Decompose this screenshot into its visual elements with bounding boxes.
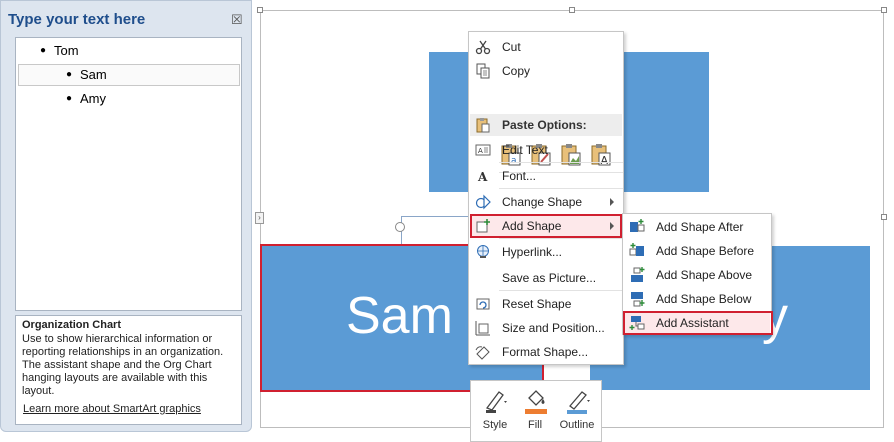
copy-icon xyxy=(476,63,490,79)
connector-line xyxy=(401,216,472,247)
font-icon: A xyxy=(477,170,488,184)
menu-item-label: Format Shape... xyxy=(502,345,589,359)
bullet-icon: ● xyxy=(40,45,47,56)
menu-item-label: Cut xyxy=(502,40,521,54)
mini-toolbar: Style Fill Outline xyxy=(470,380,602,442)
outline-button[interactable]: Outline xyxy=(557,386,597,438)
add-assistant-highlight-outline xyxy=(623,311,773,335)
edit-text-icon: A xyxy=(475,144,491,156)
list-item-text[interactable]: Amy xyxy=(80,89,106,109)
svg-text:A: A xyxy=(477,170,488,184)
submenu-item-add-shape-before[interactable]: Add Shape Before xyxy=(624,239,770,263)
submenu-item-add-shape-above[interactable]: Add Shape Above xyxy=(624,263,770,287)
menu-item-label: Size and Position... xyxy=(502,321,605,335)
menu-item-reset-shape[interactable]: Reset Shape xyxy=(470,292,622,316)
fill-bucket-icon xyxy=(525,390,547,414)
add-shape-submenu: Add Shape After Add Shape Before Add Sha… xyxy=(622,213,773,335)
menu-item-label: Add Shape Above xyxy=(656,268,753,282)
text-pane-toggle-icon[interactable]: › xyxy=(255,212,264,224)
submenu-arrow-icon xyxy=(610,198,614,206)
outline-label: Outline xyxy=(559,419,595,431)
menu-item-cut[interactable]: Cut xyxy=(470,35,622,59)
style-label: Style xyxy=(482,419,508,431)
close-icon[interactable]: ☒ xyxy=(231,12,243,28)
svg-text:A: A xyxy=(478,147,483,155)
fill-label: Fill xyxy=(527,419,543,431)
menu-item-label: Change Shape xyxy=(502,195,583,209)
style-icon xyxy=(485,391,507,413)
context-menu: Cut Copy Paste Options: a A A Edit Text … xyxy=(468,31,624,365)
menu-separator xyxy=(499,162,623,163)
clipboard-icon xyxy=(476,118,490,133)
menu-item-label: Font... xyxy=(502,169,537,183)
add-shape-before-icon xyxy=(629,243,644,256)
menu-item-size-and-position[interactable]: Size and Position... xyxy=(470,316,622,340)
add-shape-after-icon xyxy=(630,219,645,232)
menu-item-label: Hyperlink... xyxy=(502,245,563,259)
menu-item-hyperlink[interactable]: Hyperlink... xyxy=(470,240,622,264)
menu-separator xyxy=(499,238,623,239)
menu-item-edit-text[interactable]: A Edit Text xyxy=(470,138,622,162)
menu-item-label: Edit Text xyxy=(502,143,548,157)
reset-shape-icon xyxy=(476,298,490,310)
menu-item-change-shape[interactable]: Change Shape xyxy=(470,190,622,214)
text-pane-list[interactable]: ● Tom ● Sam ● Amy xyxy=(15,37,242,311)
change-shape-icon xyxy=(475,194,491,210)
menu-item-label: Add Shape Before xyxy=(656,244,755,258)
add-shape-below-icon xyxy=(631,292,645,307)
text-pane-title: Type your text here xyxy=(8,11,146,28)
submenu-item-add-shape-below[interactable]: Add Shape Below xyxy=(624,287,770,311)
menu-item-format-shape[interactable]: Format Shape... xyxy=(470,340,622,364)
bullet-icon: ● xyxy=(66,93,73,104)
resize-handle[interactable] xyxy=(881,214,887,220)
menu-item-font[interactable]: A Font... xyxy=(470,164,622,188)
resize-handle[interactable] xyxy=(569,7,575,13)
layout-name: Organization Chart xyxy=(22,319,122,331)
submenu-item-add-shape-after[interactable]: Add Shape After xyxy=(624,215,770,239)
add-shape-above-icon xyxy=(631,267,645,282)
bullet-icon: ● xyxy=(66,69,73,80)
menu-separator xyxy=(499,188,623,189)
menu-item-label: Copy xyxy=(502,64,531,78)
smartart-text-pane: Type your text here ☒ ● Tom ● Sam ● Amy … xyxy=(0,0,252,432)
menu-item-label: Save as Picture... xyxy=(502,271,597,285)
rotate-handle-icon[interactable] xyxy=(395,222,405,232)
format-shape-icon xyxy=(475,346,490,360)
menu-item-label: Reset Shape xyxy=(502,297,572,311)
list-item-text[interactable]: Tom xyxy=(54,41,79,61)
layout-description-text: Use to show hierarchical information or … xyxy=(22,333,224,397)
resize-handle[interactable] xyxy=(257,7,263,13)
resize-handle[interactable] xyxy=(881,7,887,13)
fill-button[interactable]: Fill xyxy=(515,386,555,438)
hyperlink-icon xyxy=(477,245,489,258)
add-shape-highlight-outline xyxy=(470,214,622,238)
outline-pen-icon xyxy=(567,391,590,414)
menu-item-copy[interactable]: Copy xyxy=(470,59,622,83)
layout-description: Organization Chart Use to show hierarchi… xyxy=(15,315,242,425)
menu-item-label: Add Shape Below xyxy=(656,292,752,306)
list-item-text[interactable]: Sam xyxy=(80,65,107,85)
scissors-icon xyxy=(475,40,491,55)
learn-more-link[interactable]: Learn more about SmartArt graphics xyxy=(23,403,201,415)
menu-separator xyxy=(499,290,623,291)
selected-line-highlight xyxy=(18,64,240,86)
paste-options-label: Paste Options: xyxy=(502,118,587,132)
menu-item-label: Add Shape After xyxy=(656,220,744,234)
menu-item-save-as-picture[interactable]: Save as Picture... xyxy=(470,266,622,290)
style-button[interactable]: Style xyxy=(475,386,515,438)
size-position-icon xyxy=(475,321,490,336)
paste-options-header: Paste Options: xyxy=(470,114,622,136)
